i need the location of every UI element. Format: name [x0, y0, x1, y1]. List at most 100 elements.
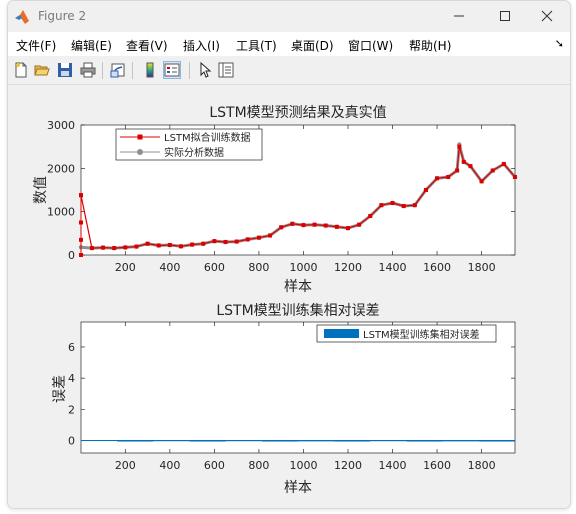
- print-button[interactable]: [79, 61, 97, 79]
- y-tick-label: 3000: [47, 119, 75, 132]
- x-tick-label: 1400: [379, 261, 407, 274]
- menu-view[interactable]: 查看(V): [126, 37, 168, 54]
- predicted-data-point: [334, 224, 339, 229]
- predicted-data-point: [178, 244, 183, 249]
- legend-marker-actual: [137, 149, 143, 155]
- colorbar-button[interactable]: [141, 61, 159, 79]
- predicted-data-point: [390, 201, 395, 205]
- legend-button[interactable]: [163, 61, 181, 79]
- predicted-data-point: [379, 203, 384, 208]
- bottom-chart-title: LSTM模型训练集相对误差: [216, 302, 379, 319]
- top-y-axis-label: 数值: [33, 176, 49, 204]
- predicted-data-point: [123, 245, 128, 250]
- menu-bar: 文件(F) 编辑(E) 查看(V) 插入(I) 工具(T) 桌面(D) 窗口(W…: [8, 32, 570, 56]
- bottom-y-axis-label: 误差: [52, 375, 68, 403]
- predicted-data-point: [455, 168, 460, 173]
- y-tick-label: 2000: [47, 162, 75, 175]
- x-tick-label: 1800: [468, 261, 496, 274]
- y-tick-label: 0: [68, 249, 75, 262]
- open-file-button[interactable]: [33, 61, 51, 79]
- toolbar-separator: [189, 62, 190, 79]
- maximize-button[interactable]: [482, 4, 528, 28]
- legend-label-predicted: LSTM拟合训练数据: [164, 131, 251, 144]
- x-tick-label: 1000: [289, 459, 317, 472]
- close-button[interactable]: [524, 4, 570, 28]
- x-tick-label: 1200: [334, 459, 362, 472]
- x-tick-label: 400: [159, 459, 180, 472]
- bottom-axes[interactable]: LSTM模型训练集相对误差 样本 误差 200 400 600 800 1000 1200…: [52, 302, 516, 496]
- x-tick-label: 1200: [334, 261, 362, 274]
- predicted-data-point: [167, 243, 172, 248]
- menu-insert[interactable]: 插入(I): [183, 37, 220, 54]
- figure-canvas: LSTM模型预测结果及真实值 样本 数值 200 400 600 800 1000 120…: [8, 85, 570, 508]
- x-tick-label: 1800: [468, 459, 496, 472]
- predicted-data-point: [112, 246, 117, 251]
- menu-window[interactable]: 窗口(W): [348, 37, 393, 54]
- top-axes[interactable]: LSTM模型预测结果及真实值 样本 数值 200 400 600 800 1000 120…: [33, 105, 518, 295]
- predicted-data-point: [423, 188, 428, 192]
- figure-window: Figure 2 文件(F) 编辑(E) 查看(V) 插入(I) 工具(T) 桌…: [7, 0, 571, 509]
- predicted-data-point: [245, 237, 250, 242]
- link-button[interactable]: [109, 61, 127, 79]
- predicted-data-point: [513, 175, 517, 179]
- predicted-data-point: [279, 225, 284, 230]
- pointer-button[interactable]: [196, 61, 214, 79]
- legend-icon: [164, 63, 180, 77]
- x-tick-label: 1000: [289, 261, 317, 274]
- menu-edit[interactable]: 编辑(E): [71, 37, 112, 54]
- link-icon: [110, 63, 125, 78]
- maximize-icon: [500, 11, 510, 21]
- predicted-data-point: [323, 223, 328, 228]
- predicted-data-point: [412, 203, 417, 208]
- menu-desktop[interactable]: 桌面(D): [291, 37, 334, 54]
- x-tick-label: 600: [204, 261, 225, 274]
- menu-file[interactable]: 文件(F): [16, 37, 56, 54]
- colorbar-icon: [146, 62, 154, 78]
- x-tick-label: 800: [248, 459, 269, 472]
- x-tick-label: 600: [204, 459, 225, 472]
- close-icon: [541, 10, 553, 22]
- property-inspector-button[interactable]: [217, 61, 235, 79]
- x-tick-label: 1400: [379, 459, 407, 472]
- figure-plot-area: LSTM模型预测结果及真实值 样本 数值 200 400 600 800 1000 120…: [33, 105, 518, 496]
- top-legend[interactable]: LSTM拟合训练数据 实际分析数据: [115, 128, 263, 161]
- legend-swatch-error: [324, 329, 359, 338]
- menu-overflow-icon[interactable]: ➘: [555, 37, 564, 50]
- predicted-data-point: [301, 223, 306, 228]
- save-button[interactable]: [56, 61, 74, 79]
- predicted-data-point: [501, 162, 506, 166]
- predicted-data-point: [201, 241, 206, 246]
- new-figure-icon: [15, 62, 27, 78]
- bottom-legend[interactable]: LSTM模型训练集相对误差: [316, 324, 497, 343]
- predicted-data-point: [479, 179, 484, 184]
- new-figure-button[interactable]: [12, 61, 30, 79]
- top-x-axis-label: 样本: [284, 279, 312, 295]
- toolbar-separator: [132, 62, 133, 79]
- predicted-data-point: [468, 164, 473, 169]
- predicted-data-point: [290, 221, 295, 226]
- x-tick-label: 200: [115, 261, 136, 274]
- y-tick-label: 4: [68, 372, 75, 385]
- predicted-data-point: [212, 239, 217, 244]
- legend-label-error: LSTM模型训练集相对误差: [363, 328, 480, 341]
- menu-tools[interactable]: 工具(T): [236, 37, 277, 54]
- predicted-data-point: [89, 246, 94, 251]
- menu-help[interactable]: 帮助(H): [409, 37, 451, 54]
- matlab-logo-icon: [15, 10, 29, 24]
- predicted-data-point: [312, 222, 317, 227]
- property-inspector-icon: [218, 62, 234, 78]
- top-chart-title: LSTM模型预测结果及真实值: [209, 105, 386, 121]
- predicted-data-point: [156, 243, 161, 248]
- minimize-icon: [454, 15, 464, 17]
- predicted-data-point: [357, 222, 362, 227]
- predicted-data-point: [446, 175, 451, 179]
- open-file-icon: [34, 65, 50, 76]
- x-tick-label: 400: [159, 261, 180, 274]
- predicted-data-point: [256, 235, 261, 240]
- predicted-data-point: [435, 176, 440, 181]
- print-icon: [80, 62, 96, 78]
- predicted-data-point: [461, 159, 466, 164]
- minimize-button[interactable]: [436, 4, 482, 28]
- pointer-icon: [200, 62, 212, 78]
- toolbar-separator: [102, 62, 103, 79]
